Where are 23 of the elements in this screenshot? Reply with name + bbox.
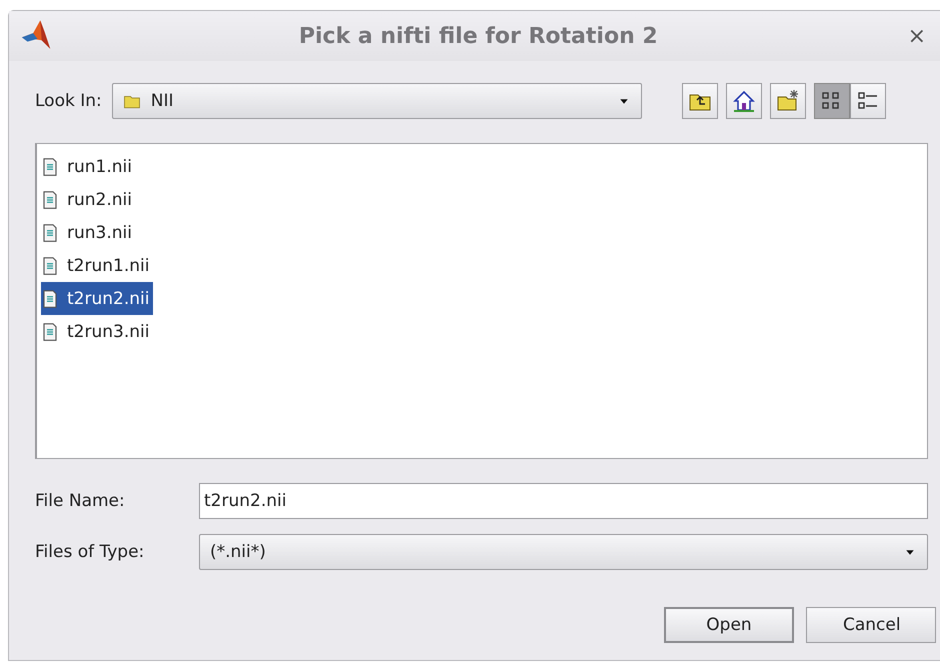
view-toggle-button[interactable]	[850, 83, 886, 119]
look-in-label: Look In:	[35, 91, 102, 111]
look-in-dropdown[interactable]: NII	[112, 83, 642, 119]
close-button[interactable]: ×	[904, 24, 930, 48]
new-folder-icon	[776, 89, 800, 113]
file-item[interactable]: run3.nii	[41, 216, 136, 249]
home-icon	[732, 89, 756, 113]
window-title: Pick a nifti file for Rotation 2	[298, 24, 659, 48]
file-item[interactable]: run2.nii	[41, 183, 136, 216]
toolbar-button[interactable]	[726, 83, 762, 119]
toolbar-button[interactable]	[770, 83, 806, 119]
file-name-label: File Name:	[35, 491, 126, 511]
view-toggle-button[interactable]	[814, 83, 850, 119]
open-button[interactable]: Open	[664, 607, 794, 643]
file-item[interactable]: run1.nii	[41, 150, 136, 183]
file-type-label: Files of Type:	[35, 542, 146, 562]
file-item[interactable]: t2run1.nii	[41, 249, 154, 282]
toolbar-button[interactable]	[682, 83, 718, 119]
file-name-field[interactable]: t2run2.nii	[199, 483, 928, 519]
file-type-dropdown[interactable]: (*.nii*)	[199, 534, 928, 570]
cancel-button[interactable]: Cancel	[806, 607, 936, 643]
file-item[interactable]: t2run3.nii	[41, 315, 154, 348]
file-item[interactable]: t2run2.nii	[41, 282, 154, 315]
